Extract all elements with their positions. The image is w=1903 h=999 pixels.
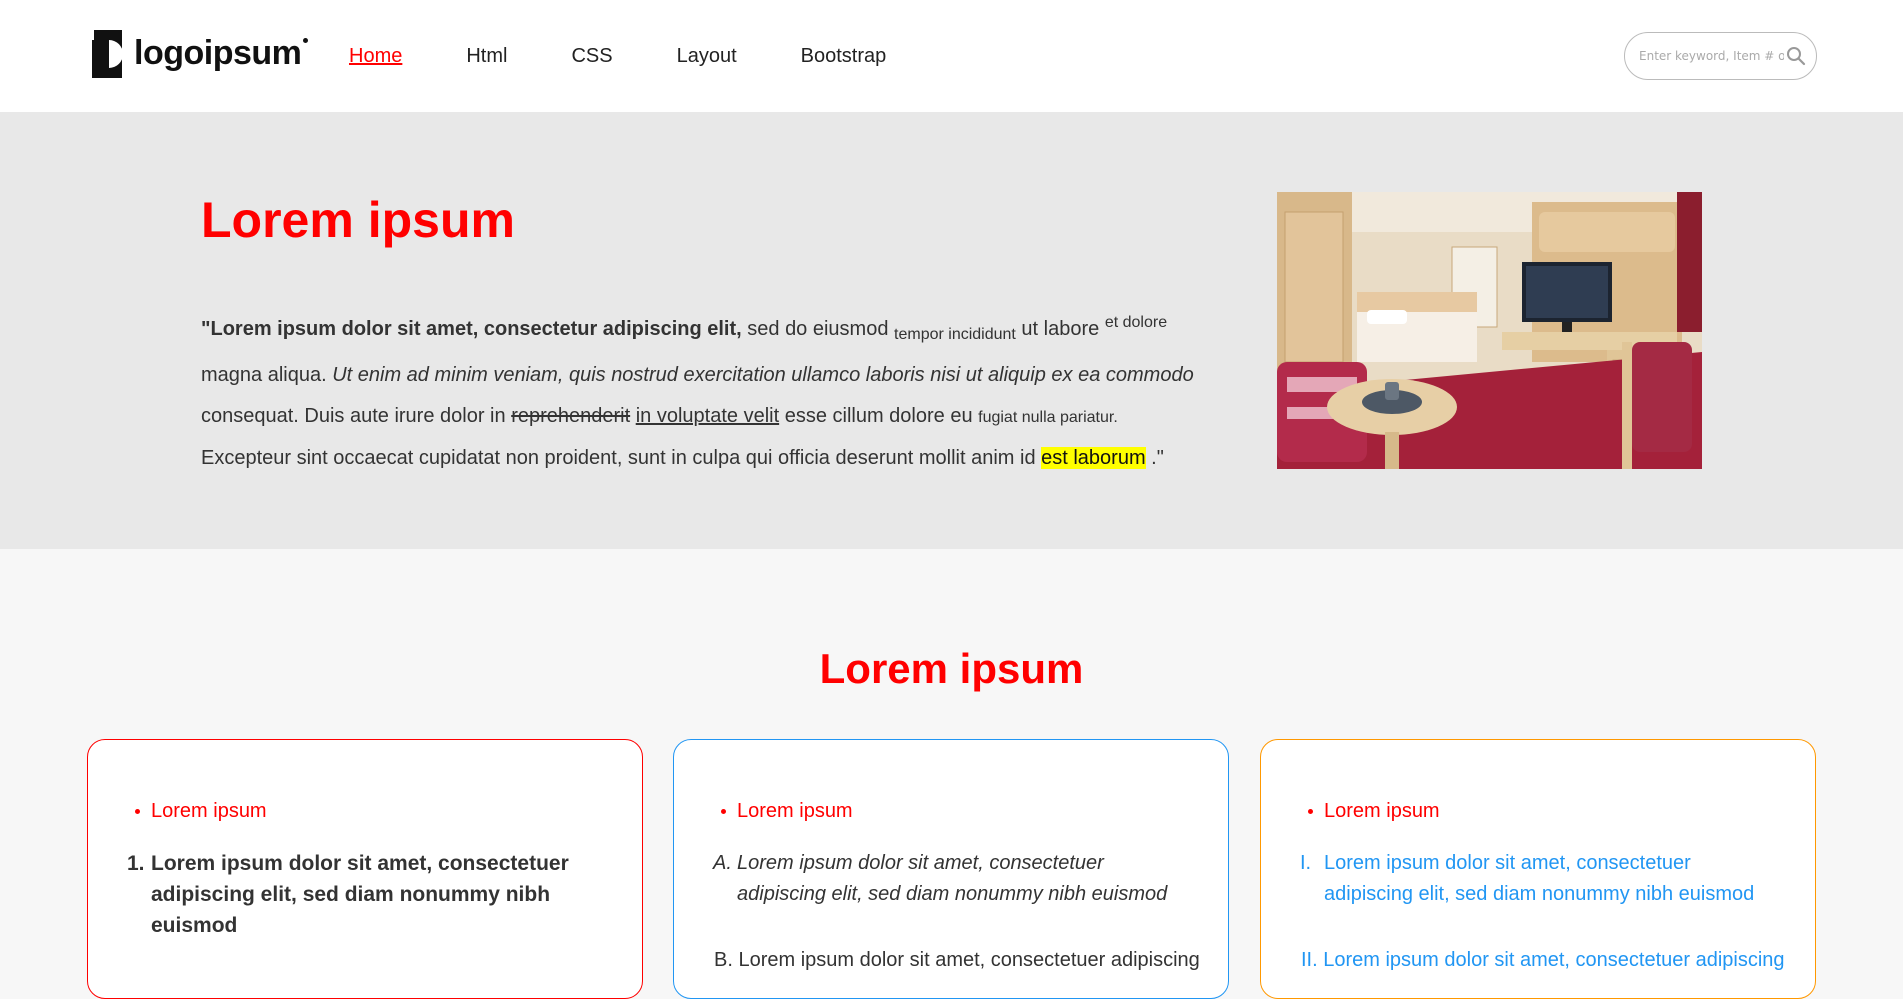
section-title: Lorem ipsum bbox=[819, 645, 1084, 692]
list-marker: 1. bbox=[127, 852, 145, 875]
hero-text-run: consequat. Duis aute irure dolor in bbox=[201, 405, 512, 427]
nav-bootstrap[interactable]: Bootstrap bbox=[801, 44, 887, 68]
hero-image bbox=[1277, 192, 1702, 469]
hero-strike-text: reprehenderit bbox=[511, 405, 631, 427]
ordered-list-item-next: II. Lorem ipsum dolor sit amet, consecte… bbox=[1301, 949, 1785, 971]
list-card-blue: Lorem ipsum A. Lorem ipsum dolor sit ame… bbox=[673, 739, 1229, 999]
ordered-list-item: 1. Lorem ipsum dolor sit amet, consectet… bbox=[127, 848, 611, 941]
hero-italic-text: Ut enim ad minim veniam, quis nostrud ex… bbox=[332, 364, 1194, 386]
hero-text-run: sed do eiusmod bbox=[741, 318, 895, 340]
hero-text-run: Excepteur sint occaecat cupidatat non pr… bbox=[201, 447, 1042, 469]
bullet-list: Lorem ipsum bbox=[721, 799, 853, 823]
search-input[interactable] bbox=[1639, 46, 1784, 66]
logo-text: logoipsum bbox=[134, 33, 302, 72]
ordered-list-item: A. Lorem ipsum dolor sit amet, consectet… bbox=[713, 848, 1197, 910]
ordered-list-item-next: B. Lorem ipsum dolor sit amet, consectet… bbox=[714, 949, 1200, 971]
list-item: Lorem ipsum bbox=[721, 800, 853, 822]
hero-sub-text: tempor incididunt bbox=[894, 326, 1016, 343]
logo-dot bbox=[303, 38, 309, 43]
hero-sup-text: et dolore bbox=[1104, 314, 1168, 331]
logo-mark-icon bbox=[88, 30, 123, 78]
hero-small-text: fugiat nulla pariatur. bbox=[978, 409, 1118, 426]
hotel-room-image bbox=[1277, 192, 1702, 469]
logo[interactable]: logoipsum bbox=[88, 30, 309, 78]
nav-html[interactable]: Html bbox=[466, 44, 507, 68]
site-header: logoipsum Home Html CSS Layout Bootstrap bbox=[0, 0, 1903, 112]
bullet-list: Lorem ipsum bbox=[1308, 799, 1440, 823]
list-item-text: Lorem ipsum dolor sit amet, consectetuer… bbox=[737, 852, 1168, 905]
main-nav: Home Html CSS Layout Bootstrap bbox=[349, 44, 950, 68]
list-marker: I. bbox=[1300, 852, 1312, 874]
hero-text-run: esse cillum dolore eu bbox=[779, 405, 979, 427]
list-item-text: Lorem ipsum dolor sit amet, consectetuer… bbox=[151, 852, 569, 937]
ordered-list-item: I. Lorem ipsum dolor sit amet, consectet… bbox=[1300, 848, 1784, 910]
search-icon[interactable] bbox=[1786, 46, 1806, 66]
hero-text-run: magna aliqua. bbox=[201, 364, 333, 386]
nav-css[interactable]: CSS bbox=[571, 44, 612, 68]
list-item: Lorem ipsum bbox=[135, 800, 267, 822]
hero-paragraph: "Lorem ipsum dolor sit amet, consectetur… bbox=[201, 302, 1211, 479]
list-item-text: Lorem ipsum dolor sit amet, consectetuer… bbox=[1324, 852, 1755, 905]
list-marker: A. bbox=[713, 852, 732, 874]
hero-highlight-text: est laborum bbox=[1041, 447, 1146, 469]
nav-layout[interactable]: Layout bbox=[677, 44, 737, 68]
hero-title: Lorem ipsum bbox=[201, 192, 515, 248]
hero-bold-text: "Lorem ipsum dolor sit amet, consectetur… bbox=[201, 318, 742, 340]
nav-home[interactable]: Home bbox=[349, 44, 402, 68]
hero-underline-text: in voluptate velit bbox=[635, 405, 780, 427]
hero-section: Lorem ipsum "Lorem ipsum dolor sit amet,… bbox=[0, 112, 1903, 549]
list-item: Lorem ipsum bbox=[1308, 800, 1440, 822]
search-box bbox=[1624, 32, 1817, 80]
bullet-list: Lorem ipsum bbox=[135, 799, 267, 823]
list-card-red: Lorem ipsum 1. Lorem ipsum dolor sit ame… bbox=[87, 739, 643, 999]
hero-text-run: ." bbox=[1145, 447, 1164, 469]
list-card-orange: Lorem ipsum I. Lorem ipsum dolor sit ame… bbox=[1260, 739, 1816, 999]
hero-text-run: ut labore bbox=[1015, 318, 1105, 340]
